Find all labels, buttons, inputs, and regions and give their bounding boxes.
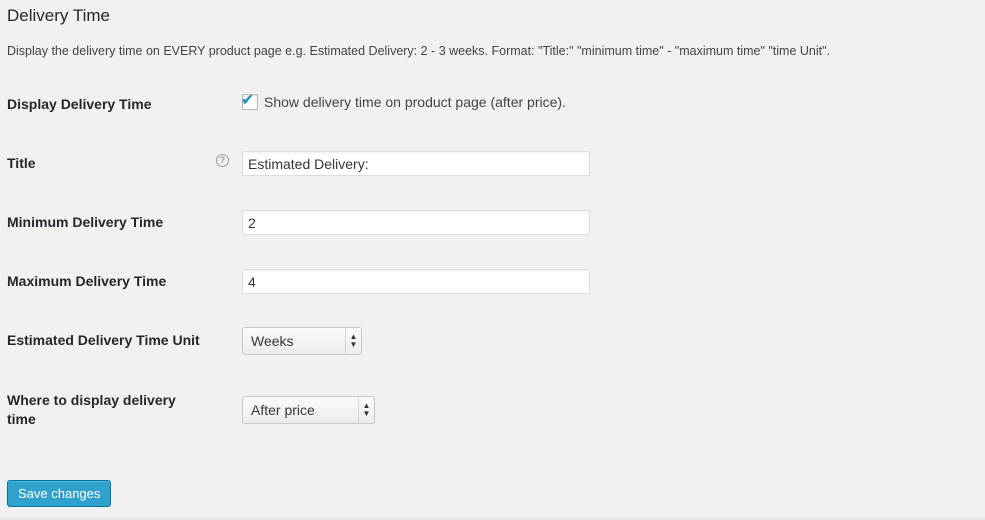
show-delivery-time-checkbox-label[interactable]: Show delivery time on product page (afte… [264, 94, 566, 110]
minimum-delivery-time-label: Minimum Delivery Time [7, 214, 164, 230]
delivery-time-unit-select[interactable]: Weeks ▲ ▼ [242, 327, 362, 355]
delivery-time-unit-value: Weeks [251, 333, 294, 349]
section-description: Display the delivery time on EVERY produ… [7, 44, 831, 58]
display-position-label-line1: Where to display delivery [7, 392, 176, 408]
help-icon[interactable]: ? [216, 154, 229, 167]
display-position-label-line2: time [7, 411, 36, 427]
title-input[interactable] [242, 151, 590, 176]
show-delivery-time-checkbox[interactable]: ✔ [241, 92, 258, 110]
maximum-delivery-time-input[interactable] [242, 269, 590, 294]
settings-page: Delivery Time Display the delivery time … [0, 0, 985, 520]
checkmark-icon: ✔ [241, 92, 255, 109]
save-changes-button[interactable]: Save changes [7, 480, 112, 507]
title-label: Title [7, 155, 36, 171]
display-position-label: Where to display delivery time [7, 391, 176, 429]
delivery-time-unit-label: Estimated Delivery Time Unit [7, 332, 200, 348]
minimum-delivery-time-input[interactable] [242, 210, 590, 235]
select-arrows-icon: ▲ ▼ [358, 397, 374, 423]
display-position-value: After price [251, 402, 315, 418]
select-arrows-icon: ▲ ▼ [345, 328, 361, 354]
display-position-select[interactable]: After price ▲ ▼ [242, 396, 375, 424]
maximum-delivery-time-label: Maximum Delivery Time [7, 273, 167, 289]
section-title: Delivery Time [7, 6, 110, 25]
display-delivery-time-label: Display Delivery Time [7, 96, 152, 112]
